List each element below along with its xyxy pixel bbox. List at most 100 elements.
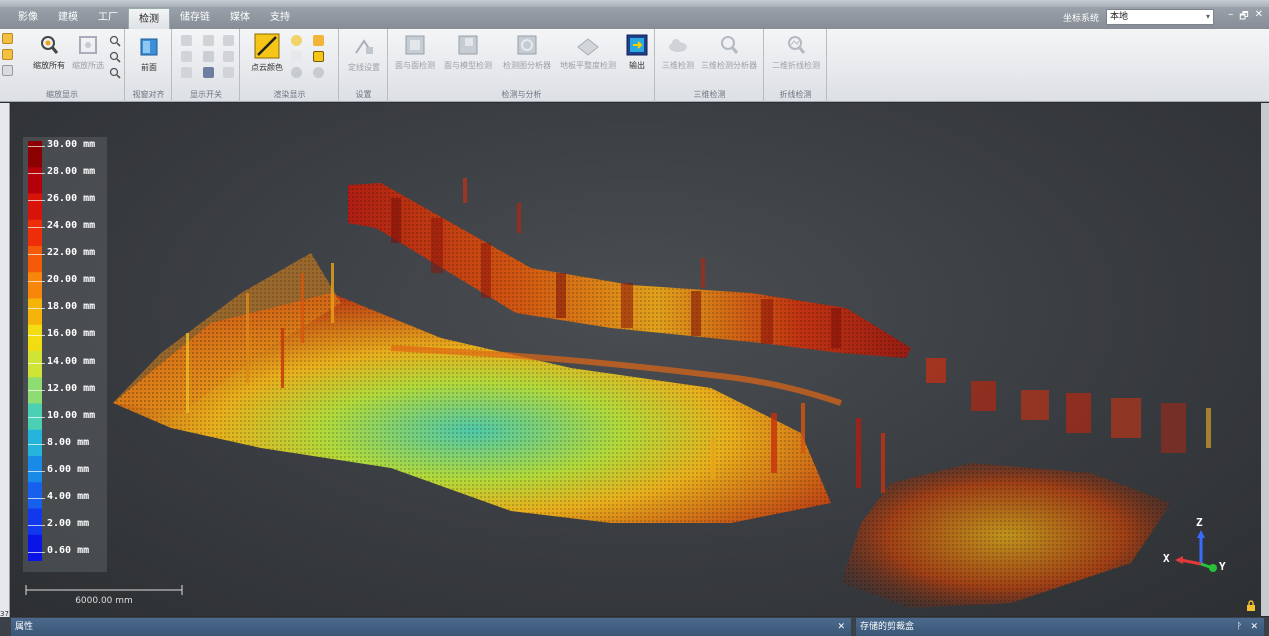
cursor-icon[interactable]: [2, 65, 13, 76]
sphere-icon[interactable]: [313, 67, 324, 78]
3d-inspection-analyzer-label: 三维检测分析器: [701, 61, 757, 70]
legend-label: 12.00 mm: [47, 382, 96, 394]
tab-plant[interactable]: 工厂: [88, 7, 128, 29]
legend-tick: [28, 497, 45, 499]
surface-to-model-button[interactable]: 面与模型检测: [439, 33, 497, 71]
zoom-selection-label: 缩放所选: [72, 61, 104, 70]
legend-color-swatch: [28, 456, 42, 483]
text-icon[interactable]: [291, 51, 302, 62]
legend-label: 2.00 mm: [47, 517, 90, 529]
legend-color-swatch: [28, 219, 42, 247]
toggle-icon[interactable]: [181, 67, 192, 78]
layers-icon[interactable]: [203, 67, 214, 78]
point-cloud-far-wall: [926, 358, 1211, 453]
2d-polyline-inspection-button[interactable]: 二维折线检测: [769, 33, 823, 71]
properties-panel-header[interactable]: 属性 ✕: [11, 618, 851, 636]
point-cloud-color-button[interactable]: 点云颜色: [245, 33, 289, 73]
scale-bar: 6000.00 mm: [24, 584, 184, 606]
group-zoom-label: 缩放显示: [46, 90, 78, 99]
toggle-icon[interactable]: [223, 35, 234, 46]
group-3d-inspection: 三维检测 三维检测分析器 三维检测: [656, 29, 764, 102]
legend-label: 20.00 mm: [47, 274, 96, 286]
group-inspection-analysis-label: 检测与分析: [501, 90, 542, 99]
cube-icon: [140, 38, 158, 56]
clipboxes-panel-header[interactable]: 存储的剪裁盒 ✕ ᚹ: [856, 618, 1264, 636]
legend-color-swatch: [28, 324, 42, 352]
toggle-icon[interactable]: [223, 67, 234, 78]
toggle-icon[interactable]: [203, 35, 214, 46]
select-icon[interactable]: [2, 33, 13, 44]
group-zoom: 缩放所有 缩放所选 缩放显示: [0, 29, 125, 102]
sphere-icon[interactable]: [291, 67, 302, 78]
toggle-icon[interactable]: [181, 51, 192, 62]
toggle-icon[interactable]: [203, 51, 214, 62]
coordinate-system-select[interactable]: 本地 ▾: [1106, 9, 1214, 25]
window-controls: – 🗗 ✕: [1228, 9, 1263, 26]
clipboxes-panel-title: 存储的剪裁盒: [860, 622, 915, 632]
application-window: 影像 建模 工厂 检测 储存链 媒体 支持 坐标系统 本地 ▾ – 🗗 ✕ 缩放…: [0, 0, 1269, 636]
tab-inspection[interactable]: 检测: [128, 8, 170, 29]
point-cloud-color-icon: [254, 33, 280, 59]
legend-tick: [28, 552, 45, 553]
legend-color-swatch: [28, 193, 42, 221]
edge-icon[interactable]: [313, 51, 324, 62]
floor-flatness-button[interactable]: 地板平整度检测: [557, 33, 619, 71]
zoom-out-icon[interactable]: [109, 51, 121, 63]
orbit-icon[interactable]: [2, 49, 13, 60]
axis-z-label: Z: [1196, 516, 1203, 529]
toggle-icon[interactable]: [223, 51, 234, 62]
legend-tick: [28, 335, 45, 337]
legend-tick: [28, 200, 45, 202]
close-icon[interactable]: ✕: [837, 618, 845, 636]
close-button[interactable]: ✕: [1255, 9, 1263, 26]
legend-label: 22.00 mm: [47, 247, 96, 259]
group-display-switch-label: 显示开关: [190, 90, 222, 99]
3d-inspection-button[interactable]: 三维检测: [660, 33, 696, 71]
shade-icon[interactable]: [313, 35, 324, 46]
tab-imaging[interactable]: 影像: [8, 7, 48, 29]
lock-icon[interactable]: [1245, 600, 1257, 612]
zoom-all-icon: [41, 36, 59, 54]
group-render-display-label: 渲染显示: [273, 90, 306, 99]
minimize-button[interactable]: –: [1228, 9, 1233, 26]
export-button[interactable]: 输出: [623, 33, 651, 71]
group-polyline-inspection-label: 折线检测: [779, 90, 812, 99]
zoom-all-button[interactable]: 缩放所有: [28, 33, 70, 71]
tab-media[interactable]: 媒体: [220, 7, 260, 29]
point-cloud-scene: [113, 178, 1211, 608]
tab-storage-chain[interactable]: 储存链: [170, 7, 220, 29]
surface-compare-icon: [405, 35, 425, 55]
3d-inspection-analyzer-button[interactable]: 三维检测分析器: [698, 33, 760, 71]
legend-tick: [28, 281, 45, 283]
surface-model-icon: [458, 35, 478, 55]
close-icon[interactable]: ✕: [1250, 618, 1258, 636]
legend-color-swatch: [28, 272, 42, 299]
tab-modeling[interactable]: 建模: [48, 7, 88, 29]
axis-triad[interactable]: Z X Y: [1163, 516, 1233, 580]
inspection-map-analyzer-button[interactable]: 检测图分析器: [501, 33, 553, 71]
pin-icon[interactable]: ᚹ: [1237, 618, 1242, 636]
baseline-settings-button[interactable]: 定线设置: [344, 35, 384, 73]
legend-label: 14.00 mm: [47, 355, 96, 367]
light-icon[interactable]: [291, 35, 302, 46]
legend-color-swatch: [28, 508, 42, 536]
zoom-all-label: 缩放所有: [33, 61, 65, 70]
polyline-magnifier-icon: [788, 36, 806, 54]
legend-tick: [28, 443, 45, 445]
zoom-selection-button[interactable]: 缩放所选: [70, 33, 106, 71]
axis-y-label: Y: [1219, 560, 1226, 573]
surface-to-surface-button[interactable]: 面与面检测: [393, 33, 437, 71]
front-view-label: 前面: [141, 63, 157, 72]
group-display-switch: 显示开关: [173, 29, 240, 102]
point-cloud-color-label: 点云颜色: [251, 63, 283, 72]
zoom-in-icon[interactable]: [109, 35, 121, 47]
floor-flatness-icon: [577, 38, 599, 56]
front-view-button[interactable]: 前面: [132, 35, 166, 73]
floor-flatness-label: 地板平整度检测: [560, 61, 616, 70]
zoom-window-icon[interactable]: [109, 67, 121, 79]
restore-button[interactable]: 🗗: [1239, 9, 1248, 26]
toggle-icon[interactable]: [181, 35, 192, 46]
zoom-selection-icon: [79, 36, 97, 54]
3d-viewport[interactable]: 30.00 mm 28.00 mm 26.00 mm 24.00 mm 22.00 mm…: [11, 103, 1261, 616]
tab-support[interactable]: 支持: [260, 7, 300, 29]
